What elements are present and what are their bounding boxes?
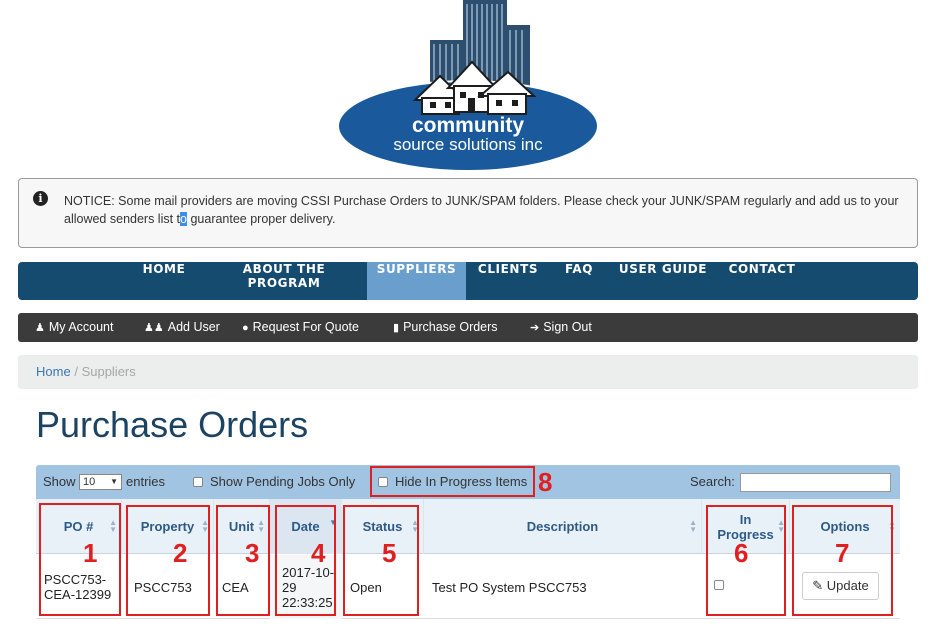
nav-contact[interactable]: CONTACT (726, 262, 798, 300)
logo-line-1: community (412, 114, 524, 137)
logo-line-2: source solutions inc (393, 135, 543, 154)
nav-suppliers[interactable]: SUPPLIERS (367, 262, 466, 300)
column-header-description[interactable]: Description ▲ ▼ (424, 499, 702, 554)
comments-icon: ● (242, 322, 249, 334)
sub-nav-sign-out[interactable]: ➔ Sign Out (530, 313, 592, 342)
document-icon: ▮ (393, 322, 400, 334)
column-header-description-label: Description (526, 519, 599, 534)
annotation-number-5: 5 (382, 538, 397, 568)
annotation-box-3 (216, 505, 270, 616)
notice-text-selected: o (180, 212, 187, 226)
nav-about-the-program[interactable]: ABOUT THE PROGRAM (204, 262, 364, 300)
sub-nav-request-for-quote[interactable]: ● Request For Quote (242, 313, 359, 342)
annotation-number-8: 8 (538, 467, 553, 497)
sub-nav-purchase-orders[interactable]: ▮ Purchase Orders (393, 313, 498, 342)
nav-home[interactable]: HOME (134, 262, 194, 300)
notice-text-after: guarantee proper delivery. (186, 212, 336, 226)
sub-nav-add-user[interactable]: ♟♟ Add User (144, 313, 220, 342)
sub-nav-add-user-label: Add User (167, 320, 220, 334)
show-pending-label: Show Pending Jobs Only (210, 474, 356, 489)
annotation-number-6: 6 (734, 538, 749, 568)
breadcrumb-separator: / (74, 364, 78, 379)
sign-out-icon: ➔ (530, 322, 540, 334)
caret-down-icon: ▼ (110, 477, 118, 486)
sub-nav-request-for-quote-label: Request For Quote (252, 320, 359, 334)
show-label: Show (43, 474, 76, 489)
main-nav: HOME ABOUT THE PROGRAM SUPPLIERS CLIENTS… (18, 262, 918, 300)
user-icon: ♟ (35, 322, 45, 334)
sort-icon: ▲ ▼ (689, 518, 697, 534)
sub-nav: ♟ My Account ♟♟ Add User ● Request For Quot… (18, 313, 918, 342)
search-label: Search: (690, 474, 735, 489)
annotation-box-2 (126, 505, 210, 616)
sub-nav-purchase-orders-label: Purchase Orders (403, 320, 498, 334)
page-title: Purchase Orders (36, 404, 309, 445)
search-input[interactable] (740, 473, 891, 492)
notice-text: NOTICE: Some mail providers are moving C… (64, 192, 904, 228)
cell-description: Test PO System PSCC753 (432, 579, 587, 595)
sub-nav-my-account-label: My Account (48, 320, 114, 334)
annotation-number-4: 4 (311, 538, 326, 568)
show-pending-checkbox[interactable] (193, 477, 203, 487)
annotation-number-3: 3 (245, 538, 260, 568)
info-icon: i (33, 191, 48, 206)
annotation-box-8 (370, 466, 535, 497)
nav-faq[interactable]: FAQ (559, 262, 599, 300)
nav-clients[interactable]: CLIENTS (470, 262, 546, 300)
breadcrumb-home[interactable]: Home (36, 364, 71, 379)
annotation-number-1: 1 (83, 538, 98, 568)
annotation-box-1 (39, 503, 121, 616)
sub-nav-my-account[interactable]: ♟ My Account (35, 313, 114, 342)
community-source-solutions-logo: community source solutions inc (337, 0, 599, 172)
breadcrumb: Home / Suppliers (18, 355, 918, 389)
entries-label: entries (126, 474, 166, 489)
users-icon: ♟♟ (144, 322, 164, 334)
nav-user-guide[interactable]: USER GUIDE (615, 262, 711, 300)
annotation-number-7: 7 (835, 538, 850, 568)
notice-box: i NOTICE: Some mail providers are moving… (18, 178, 918, 248)
annotation-number-2: 2 (173, 538, 188, 568)
entries-select-value: 10 (83, 476, 96, 488)
breadcrumb-current: Suppliers (81, 364, 136, 379)
annotation-box-4 (275, 505, 336, 616)
sub-nav-sign-out-label: Sign Out (543, 320, 592, 334)
entries-select[interactable]: 10 ▼ (79, 474, 122, 490)
annotation-box-5 (343, 505, 419, 616)
